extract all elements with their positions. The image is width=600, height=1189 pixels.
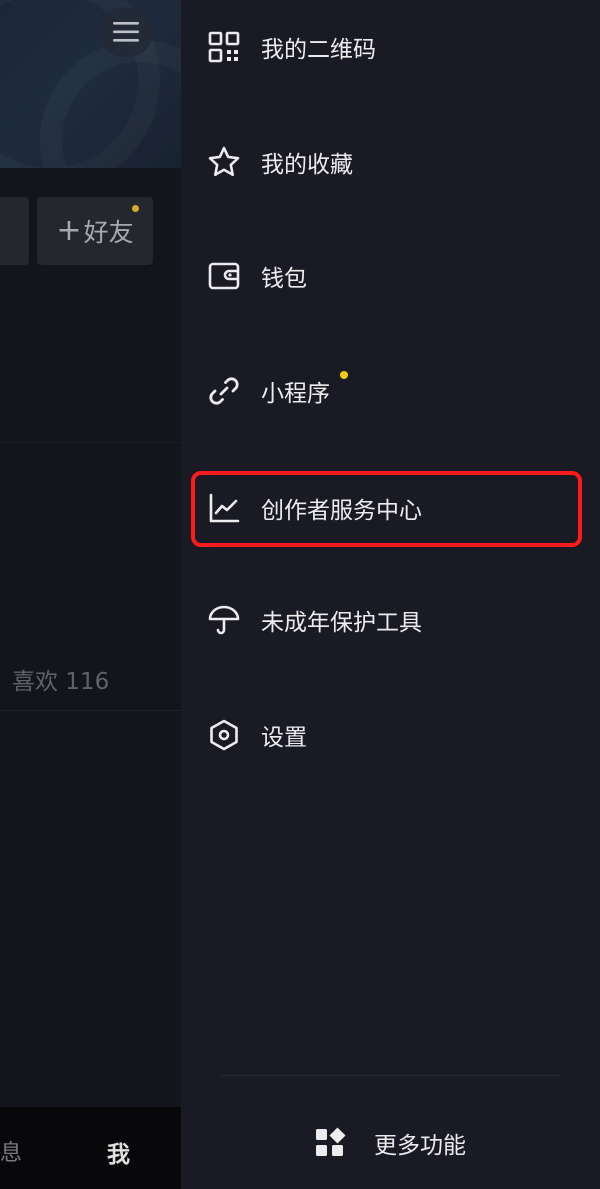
divider xyxy=(221,1075,560,1076)
chart-line-icon xyxy=(206,490,242,526)
grid-apps-icon xyxy=(313,1126,347,1160)
hamburger-icon xyxy=(113,22,139,42)
menu-item-qr-code[interactable]: 我的二维码 xyxy=(181,12,600,82)
notification-dot xyxy=(340,371,348,379)
menu-item-label: 我的二维码 xyxy=(261,37,376,63)
menu-item-creator-center[interactable]: 创作者服务中心 xyxy=(181,473,600,543)
overlay-shade xyxy=(0,0,181,1189)
bottom-nav: 息 我 xyxy=(0,1107,181,1189)
more-features-button[interactable]: 更多功能 xyxy=(181,1105,600,1181)
link-icon xyxy=(206,373,242,409)
menu-item-label: 未成年保护工具 xyxy=(261,610,422,636)
menu-item-label: 钱包 xyxy=(261,266,307,292)
plus-icon: + xyxy=(56,213,82,248)
umbrella-icon xyxy=(206,602,242,638)
star-icon xyxy=(206,144,242,180)
nav-messages[interactable]: 息 xyxy=(0,1135,22,1167)
screen: + 好友 喜欢 116 息 我 我的二维码 我的收藏 钱包 小程序 创作者服务中… xyxy=(0,0,600,1189)
nav-me[interactable]: 我 xyxy=(107,1135,130,1169)
divider xyxy=(0,442,181,443)
menu-item-favorites[interactable]: 我的收藏 xyxy=(181,127,600,197)
profile-banner xyxy=(0,0,181,168)
more-features-label: 更多功能 xyxy=(374,1133,466,1159)
menu-item-settings[interactable]: 设置 xyxy=(181,700,600,770)
hexagon-settings-icon xyxy=(206,717,242,753)
wallet-icon xyxy=(206,258,242,294)
menu-item-label: 我的收藏 xyxy=(261,152,353,178)
profile-page-background: + 好友 喜欢 116 息 我 xyxy=(0,0,181,1189)
side-drawer: 我的二维码 我的收藏 钱包 小程序 创作者服务中心 未成年保护工具 设置 更多功… xyxy=(181,0,600,1189)
menu-item-wallet[interactable]: 钱包 xyxy=(181,241,600,311)
add-friend-button[interactable]: + 好友 xyxy=(37,197,153,265)
menu-button[interactable] xyxy=(99,7,153,57)
divider xyxy=(0,710,181,711)
menu-item-minor-protection[interactable]: 未成年保护工具 xyxy=(181,585,600,655)
menu-item-mini-programs[interactable]: 小程序 xyxy=(181,356,600,426)
menu-item-label: 创作者服务中心 xyxy=(261,498,422,524)
qr-code-icon xyxy=(206,29,242,65)
add-friend-label: 好友 xyxy=(83,218,134,247)
tab-likes[interactable]: 喜欢 116 xyxy=(12,662,109,696)
menu-item-label: 设置 xyxy=(261,725,307,751)
edit-profile-button[interactable] xyxy=(0,197,29,265)
menu-item-label: 小程序 xyxy=(261,381,330,407)
notification-dot xyxy=(132,205,139,212)
